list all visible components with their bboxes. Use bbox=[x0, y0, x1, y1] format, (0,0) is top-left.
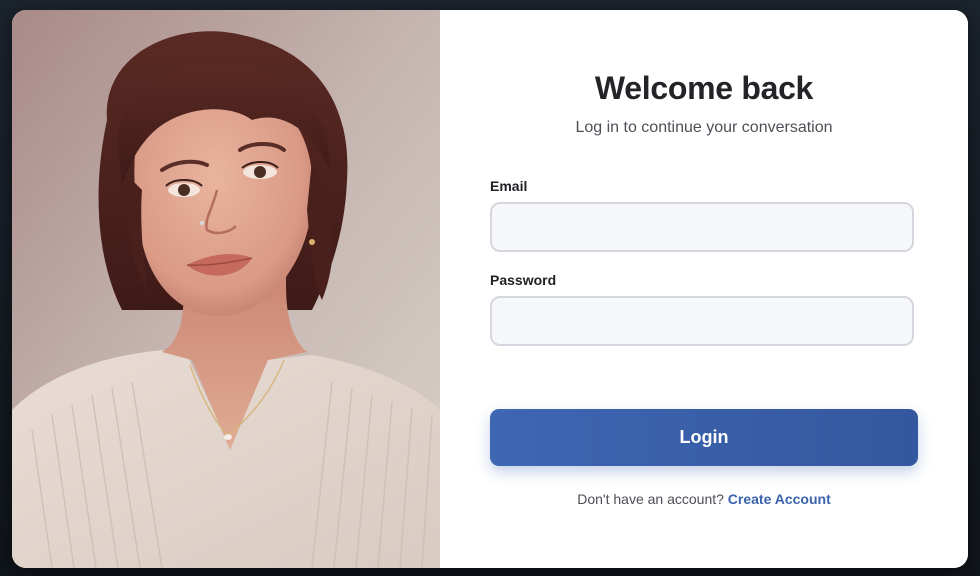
email-field[interactable] bbox=[490, 202, 914, 252]
portrait-photo bbox=[12, 10, 440, 568]
login-button[interactable]: Login bbox=[490, 409, 918, 466]
password-label: Password bbox=[490, 272, 557, 288]
page-title: Welcome back bbox=[594, 70, 814, 106]
signup-prompt-text: Don't have an account? bbox=[577, 491, 724, 507]
password-field[interactable] bbox=[490, 296, 914, 346]
signup-prompt-line: Don't have an account? Create Account bbox=[440, 491, 968, 507]
create-account-link[interactable]: Create Account bbox=[728, 491, 831, 507]
login-form-panel: Welcome back Log in to continue your con… bbox=[440, 10, 968, 568]
login-card: Welcome back Log in to continue your con… bbox=[12, 10, 968, 568]
page-subtitle: Log in to continue your conversation bbox=[575, 119, 833, 136]
email-label: Email bbox=[490, 178, 528, 194]
